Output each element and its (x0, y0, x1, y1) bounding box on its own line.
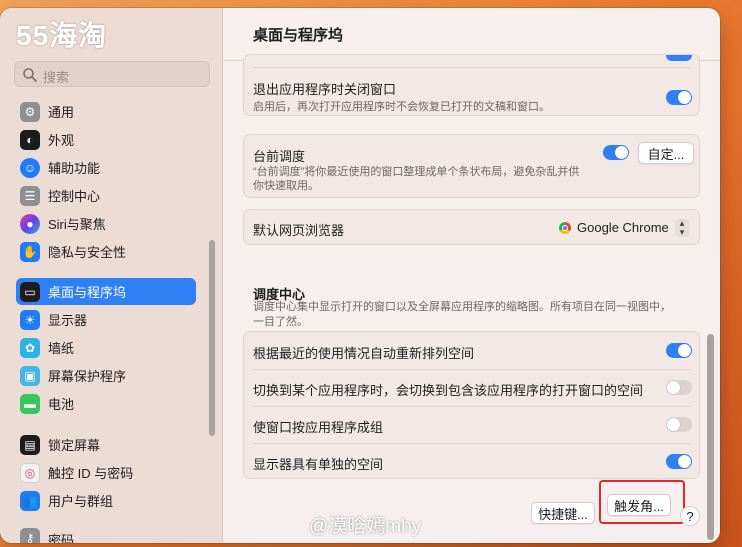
dock-icon: ▭ (20, 281, 40, 302)
sidebar-item-screensaver[interactable]: ▣ 屏幕保护程序 (16, 362, 196, 389)
default-browser-value: Google Chrome (577, 220, 669, 235)
sidebar-item-label: 锁定屏幕 (48, 438, 101, 453)
toggle-knob (667, 381, 680, 394)
toggle-knob (615, 146, 628, 159)
mission-row-separate-spaces: 显示器具有单独的空间 (244, 443, 699, 480)
sidebar-item-label: 用户与群组 (48, 494, 114, 509)
accessibility-icon: ☺ (20, 157, 40, 178)
key-icon: ⚷ (20, 528, 40, 543)
chevron-updown-icon: ▴ ▾ (675, 219, 689, 237)
sidebar-item-label: 墙纸 (48, 341, 75, 356)
stage-manager-customize-button[interactable]: 自定... (638, 142, 694, 164)
stage-manager-card: 台前调度 “台前调度”将你最近使用的窗口整理成单个条状布局，避免杂乱并供 你快速… (243, 134, 700, 198)
close-windows-title: 退出应用程序时关闭窗口 (253, 82, 397, 97)
toggle-knob (678, 91, 691, 104)
sidebar-item-users[interactable]: 👥 用户与群组 (16, 487, 196, 514)
stage-manager-subtitle-2: 你快速取用。 (253, 180, 319, 192)
row-divider (253, 67, 690, 68)
highlight-box (599, 480, 685, 524)
hidden-row-toggle[interactable] (666, 55, 692, 61)
sidebar-item-label: 外观 (48, 133, 75, 148)
sidebar-item-label: 辅助功能 (48, 161, 101, 176)
close-windows-subtitle: 启用后，再次打开应用程序时不会恢复已打开的文稿和窗口。 (253, 101, 550, 113)
toggle-knob (667, 418, 680, 431)
mission-row-switch-space: 切换到某个应用程序时，会切换到包含该应用程序的打开窗口的空间 (244, 369, 699, 406)
sidebar-item-desktop-dock[interactable]: ▭ 桌面与程序坞 (16, 278, 196, 305)
separate-spaces-toggle[interactable] (666, 454, 692, 469)
gear-icon: ⚙ (20, 101, 40, 122)
chrome-icon (559, 222, 571, 234)
watermark-logo: 55海淘 (16, 20, 108, 51)
sidebar-item-label: 桌面与程序坞 (48, 285, 127, 300)
mission-row-label: 根据最近的使用情况自动重新排列空间 (253, 346, 475, 361)
mission-row-group-windows: 使窗口按应用程序成组 (244, 406, 699, 443)
sidebar-item-privacy[interactable]: ✋ 隐私与安全性 (16, 238, 196, 265)
toggle-knob (678, 344, 691, 357)
sidebar-item-label: 屏幕保护程序 (48, 369, 127, 384)
default-browser-select[interactable]: Google Chrome ▴ ▾ (555, 218, 691, 238)
search-placeholder: 搜索 (43, 70, 70, 85)
appearance-icon: ◐ (20, 129, 40, 150)
help-button[interactable]: ? (680, 506, 700, 526)
mission-row-label: 使窗口按应用程序成组 (253, 420, 384, 435)
control-center-icon: ☰ (20, 185, 40, 206)
battery-icon: ▬ (20, 393, 40, 414)
sidebar-item-battery[interactable]: ▬ 电池 (16, 390, 196, 417)
sidebar-item-label: Siri与聚焦 (48, 217, 106, 232)
mission-row-label: 切换到某个应用程序时，会切换到包含该应用程序的打开窗口的空间 (253, 383, 644, 398)
lock-screen-icon: ▤ (20, 434, 40, 455)
mission-control-description: 调度中心集中显示打开的窗口以及全屏幕应用程序的缩略图。所有项目在同一视图中，一目… (253, 301, 671, 328)
users-icon: 👥 (20, 490, 40, 511)
mission-row-auto-rearrange: 根据最近的使用情况自动重新排列空间 (244, 332, 699, 369)
switch-space-toggle[interactable] (666, 380, 692, 395)
auto-rearrange-toggle[interactable] (666, 343, 692, 358)
default-browser-title: 默认网页浏览器 (253, 223, 345, 238)
sidebar-item-label: 显示器 (48, 313, 88, 328)
wallpaper-icon: ✿ (20, 337, 40, 358)
group-windows-toggle[interactable] (666, 417, 692, 432)
sidebar-item-passwords[interactable]: ⚷ 密码 (16, 525, 196, 543)
watermark-text: @漠晗嫣mhy (309, 516, 422, 537)
sidebar-item-label: 通用 (48, 105, 75, 120)
sidebar-item-lock-screen[interactable]: ▤ 锁定屏幕 (16, 431, 196, 458)
default-browser-card: 默认网页浏览器 Google Chrome ▴ ▾ (243, 209, 700, 245)
settings-window: 55海淘 搜索 ⚙ 通用 ◐ 外观 ☺ 辅助功能 ☰ 控制中心 ● Siri与聚… (0, 8, 720, 543)
main-pane: 桌面与程序坞 退出应用程序时关闭窗口 启用后，再次打开应用程序时不会恢复已打开的… (223, 8, 720, 543)
sidebar-item-label: 电池 (48, 397, 75, 412)
sidebar-item-appearance[interactable]: ◐ 外观 (16, 126, 196, 153)
close-windows-card: 退出应用程序时关闭窗口 启用后，再次打开应用程序时不会恢复已打开的文稿和窗口。 (243, 54, 700, 116)
sidebar-item-siri[interactable]: ● Siri与聚焦 (16, 210, 196, 237)
sidebar-item-general[interactable]: ⚙ 通用 (16, 98, 196, 125)
page-title: 桌面与程序坞 (253, 27, 344, 44)
toggle-knob (678, 455, 691, 468)
screensaver-icon: ▣ (20, 365, 40, 386)
sidebar-item-label: 密码 (48, 533, 75, 543)
siri-icon: ● (20, 213, 40, 234)
main-scrollbar[interactable] (707, 334, 714, 540)
close-windows-toggle[interactable] (666, 90, 692, 105)
sidebar-item-wallpaper[interactable]: ✿ 墙纸 (16, 334, 196, 361)
sidebar-item-label: 控制中心 (48, 189, 101, 204)
mission-control-card: 根据最近的使用情况自动重新排列空间 切换到某个应用程序时，会切换到包含该应用程序… (243, 331, 700, 479)
stage-manager-toggle[interactable] (603, 145, 629, 160)
sidebar-item-label: 触控 ID 与密码 (48, 466, 134, 481)
shortcuts-button[interactable]: 快捷键... (531, 502, 595, 524)
fingerprint-icon: ◎ (20, 462, 40, 483)
sidebar-item-touch-id[interactable]: ◎ 触控 ID 与密码 (16, 459, 196, 486)
sidebar-item-displays[interactable]: ☀ 显示器 (16, 306, 196, 333)
sidebar: 55海淘 搜索 ⚙ 通用 ◐ 外观 ☺ 辅助功能 ☰ 控制中心 ● Siri与聚… (0, 8, 223, 543)
search-icon (23, 68, 37, 82)
sidebar-item-accessibility[interactable]: ☺ 辅助功能 (16, 154, 196, 181)
sidebar-item-control-center[interactable]: ☰ 控制中心 (16, 182, 196, 209)
display-icon: ☀ (20, 309, 40, 330)
mission-row-label: 显示器具有单独的空间 (253, 457, 384, 472)
hand-icon: ✋ (20, 241, 40, 262)
sidebar-scrollbar[interactable] (209, 240, 215, 436)
sidebar-item-label: 隐私与安全性 (48, 245, 127, 260)
search-field[interactable]: 搜索 (14, 61, 210, 87)
